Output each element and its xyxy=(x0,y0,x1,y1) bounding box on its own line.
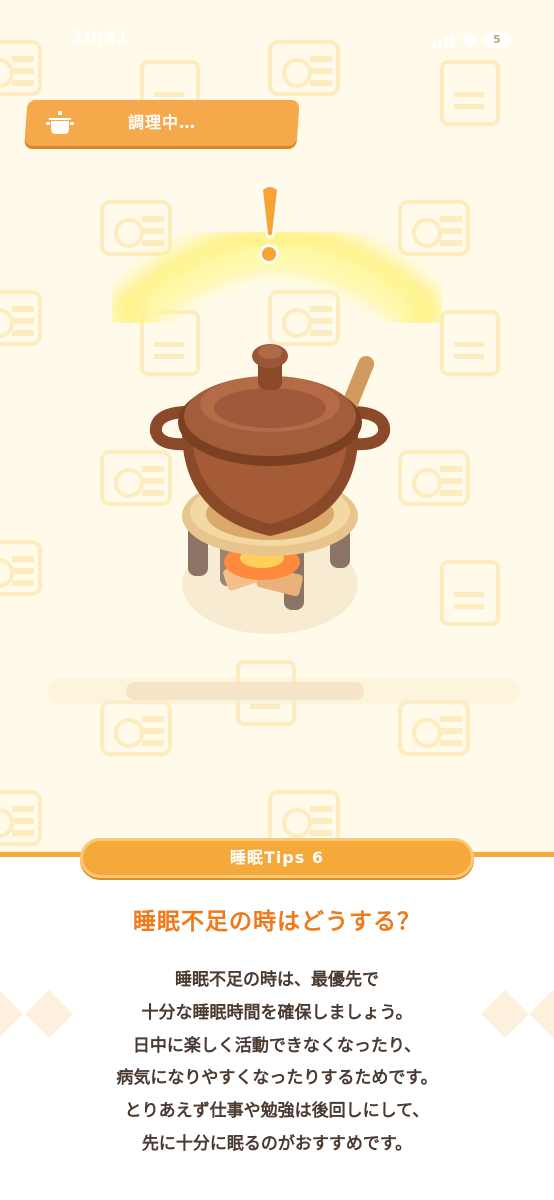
wifi-icon xyxy=(462,34,478,47)
exclamation-icon xyxy=(259,184,280,264)
background-pattern xyxy=(440,60,500,126)
cooking-status-banner: 調理中… xyxy=(24,100,300,146)
cooking-scene: 10:41 5 調理中… xyxy=(0,0,554,852)
tips-body: 睡眠不足の時は、最優先で 十分な睡眠時間を確保しましょう。 日中に楽しく活動でき… xyxy=(0,964,554,1161)
status-bar: 10:41 5 xyxy=(0,28,554,54)
signal-icon xyxy=(432,34,454,48)
cooking-pot-illustration xyxy=(149,344,391,634)
tips-title: 睡眠不足の時はどうする？ xyxy=(133,909,421,935)
tips-line: 日中に楽しく活動できなくなったり、 xyxy=(132,1035,422,1056)
tips-line: とりあえず仕事や勉強は後回しにして、 xyxy=(124,1101,430,1122)
background-pattern xyxy=(440,560,500,626)
background-pattern xyxy=(440,310,500,376)
background-pattern xyxy=(398,700,470,756)
cooking-progress-fill xyxy=(126,682,364,700)
tips-line: 睡眠不足の時は、最優先で xyxy=(175,970,379,990)
tips-header: 睡眠Tips 6 xyxy=(80,838,474,878)
background-pattern xyxy=(100,700,172,756)
background-pattern xyxy=(0,790,42,846)
tips-line: 十分な睡眠時間を確保しましょう。 xyxy=(141,1002,413,1023)
tips-line: 病気になりやすくなったりするためです。 xyxy=(116,1068,438,1089)
background-pattern xyxy=(0,290,42,346)
cooking-label: 調理中… xyxy=(127,113,196,132)
tips-line: 先に十分に眠るのがおすすめです。 xyxy=(141,1133,413,1154)
battery-icon: 5 xyxy=(484,32,510,48)
background-pattern xyxy=(0,540,42,596)
status-time: 10:41 xyxy=(72,28,129,48)
